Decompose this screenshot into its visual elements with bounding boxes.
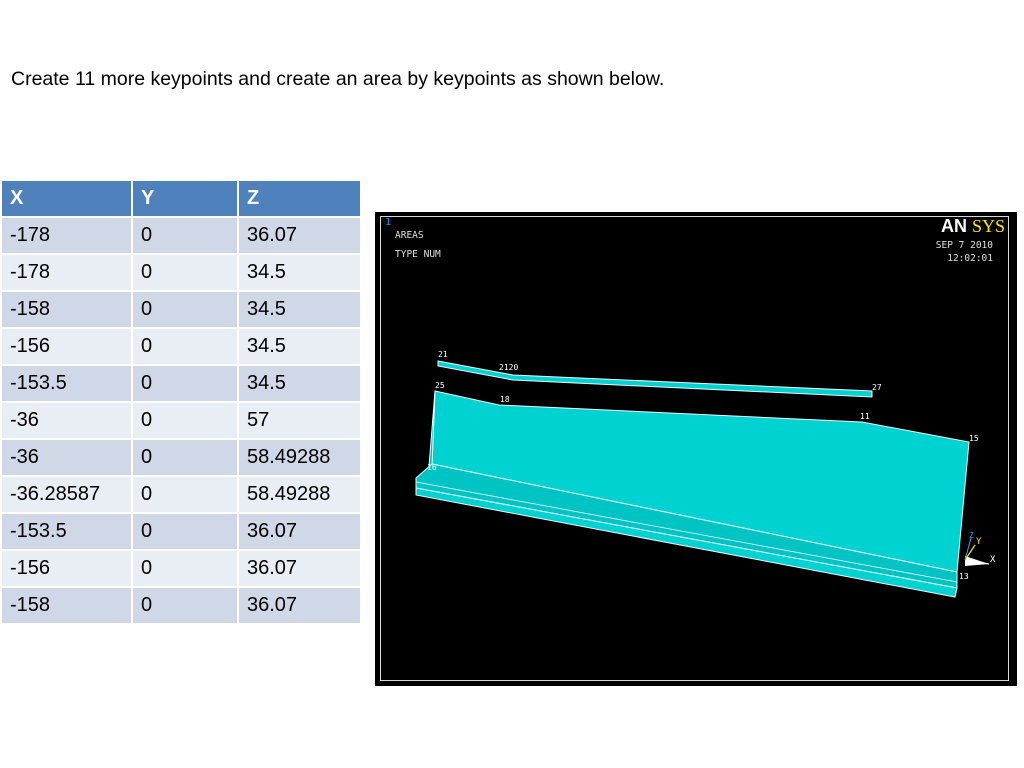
col-header-x: X xyxy=(0,179,133,218)
cell-x: -178 xyxy=(0,216,133,255)
table-row: -36.28587 0 58.49288 xyxy=(0,475,362,514)
plot-time: 12:02:01 xyxy=(947,253,993,264)
cell-z: 58.49288 xyxy=(237,438,362,477)
keypoint-label: 16 xyxy=(427,463,437,472)
ansys-logo-sys: SYS xyxy=(972,216,1005,236)
keypoint-label: 18 xyxy=(500,395,510,404)
cell-x: -153.5 xyxy=(0,512,133,551)
cell-y: 0 xyxy=(131,253,239,292)
table-row: -36 0 58.49288 xyxy=(0,438,362,477)
cell-y: 0 xyxy=(131,216,239,255)
triad-x-arrow xyxy=(965,556,989,566)
cell-x: -156 xyxy=(0,549,133,588)
triad-x-label: X xyxy=(990,555,996,565)
cell-y: 0 xyxy=(131,327,239,366)
triad-z-axis xyxy=(964,537,972,561)
keypoint-label: 21 xyxy=(438,350,448,359)
ansys-graphics-window: 1 AREAS TYPE NUM AN SYS SEP 7 2010 12:02… xyxy=(375,212,1017,686)
cell-z: 34.5 xyxy=(237,327,362,366)
cell-z: 58.49288 xyxy=(237,475,362,514)
plot-date: SEP 7 2010 xyxy=(936,240,993,251)
ansys-area-plot: 1 AREAS TYPE NUM AN SYS SEP 7 2010 12:02… xyxy=(380,216,1009,681)
cell-z: 36.07 xyxy=(237,586,362,625)
ansys-logo-an: AN xyxy=(941,216,967,236)
cell-x: -153.5 xyxy=(0,364,133,403)
triad-y-label: Y xyxy=(976,537,982,547)
cell-y: 0 xyxy=(131,512,239,551)
cell-z: 34.5 xyxy=(237,253,362,292)
cell-y: 0 xyxy=(131,438,239,477)
cell-z: 34.5 xyxy=(237,290,362,329)
keypoint-label: 2120 xyxy=(499,363,518,372)
cell-y: 0 xyxy=(131,290,239,329)
cell-x: -158 xyxy=(0,586,133,625)
numbering-label: TYPE NUM xyxy=(395,249,441,260)
table-row: -178 0 34.5 xyxy=(0,253,362,292)
keypoint-label: 27 xyxy=(872,383,882,392)
plot-type-label: AREAS xyxy=(395,230,424,241)
cell-x: -178 xyxy=(0,253,133,292)
cell-x: -36 xyxy=(0,401,133,440)
table-row: -156 0 34.5 xyxy=(0,327,362,366)
table-row: -158 0 36.07 xyxy=(0,586,362,625)
table-header-row: X Y Z xyxy=(0,179,362,218)
cell-z: 36.07 xyxy=(237,512,362,551)
cell-z: 36.07 xyxy=(237,216,362,255)
table-row: -178 0 36.07 xyxy=(0,216,362,255)
instruction-text: Create 11 more keypoints and create an a… xyxy=(11,68,665,90)
keypoint-label: 11 xyxy=(860,412,870,421)
table-row: -156 0 36.07 xyxy=(0,549,362,588)
keypoint-table: X Y Z -178 0 36.07 -178 0 34.5 -158 0 34… xyxy=(0,179,362,625)
col-header-y: Y xyxy=(131,179,239,218)
keypoint-label: 13 xyxy=(959,572,969,581)
cell-x: -36.28587 xyxy=(0,475,133,514)
col-header-z: Z xyxy=(237,179,362,218)
cell-y: 0 xyxy=(131,475,239,514)
cell-x: -156 xyxy=(0,327,133,366)
triad-z-label: Z xyxy=(969,531,974,540)
keypoint-label: 25 xyxy=(435,381,445,390)
cell-z: 36.07 xyxy=(237,549,362,588)
cell-x: -36 xyxy=(0,438,133,477)
table-row: -36 0 57 xyxy=(0,401,362,440)
cell-z: 57 xyxy=(237,401,362,440)
table-row: -158 0 34.5 xyxy=(0,290,362,329)
cell-x: -158 xyxy=(0,290,133,329)
cell-y: 0 xyxy=(131,586,239,625)
window-number: 1 xyxy=(385,217,391,228)
cell-y: 0 xyxy=(131,549,239,588)
cell-y: 0 xyxy=(131,401,239,440)
keypoint-label: 15 xyxy=(969,434,979,443)
table-row: -153.5 0 36.07 xyxy=(0,512,362,551)
axis-triad: X Y Z xyxy=(964,531,996,566)
cell-z: 34.5 xyxy=(237,364,362,403)
table-row: -153.5 0 34.5 xyxy=(0,364,362,403)
cell-y: 0 xyxy=(131,364,239,403)
